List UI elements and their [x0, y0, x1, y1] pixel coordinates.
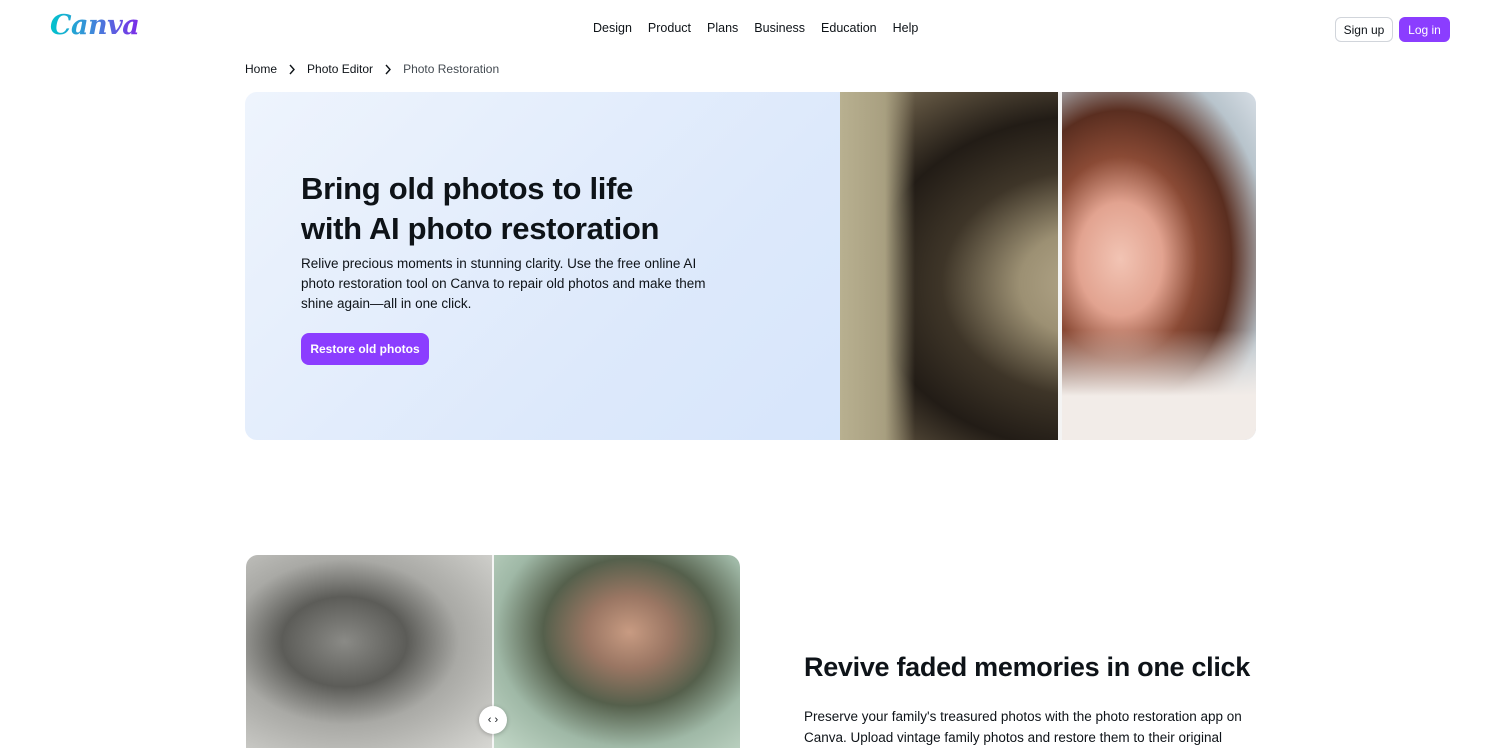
breadcrumb-photo-editor[interactable]: Photo Editor: [307, 62, 373, 76]
hero-image-before: [840, 92, 1058, 440]
hero-title-line-2: with AI photo restoration: [301, 211, 660, 246]
breadcrumb-home[interactable]: Home: [245, 62, 277, 76]
section-description: Preserve your family's treasured photos …: [804, 709, 1242, 745]
chevron-right-icon: [282, 64, 302, 75]
nav-item-plans[interactable]: Plans: [707, 21, 738, 35]
nav-item-business[interactable]: Business: [754, 21, 805, 35]
restore-old-photos-button[interactable]: Restore old photos: [301, 333, 429, 365]
nav-item-education[interactable]: Education: [821, 21, 877, 35]
hero-description: Relive precious moments in stunning clar…: [301, 256, 706, 311]
hero-before-after-image: [840, 92, 1256, 440]
comparison-image-before: [246, 555, 492, 748]
section-title: Revive faded memories in one click: [804, 652, 1250, 682]
hero-banner: Bring old photos to life with AI photo r…: [245, 92, 1256, 440]
hero-title: Bring old photos to life with AI photo r…: [301, 169, 801, 249]
chevron-right-icon: [378, 64, 398, 75]
compare-slider-handle[interactable]: ‹ ›: [479, 706, 507, 734]
nav-item-product[interactable]: Product: [648, 21, 691, 35]
hero-title-line-1: Bring old photos to life: [301, 171, 634, 206]
nav-item-design[interactable]: Design: [593, 21, 632, 35]
comparison-image-after: [494, 555, 740, 748]
hero-image-after: [1062, 92, 1256, 440]
site-header: Canva Design Product Plans Business Educ…: [0, 0, 1500, 58]
canva-logo[interactable]: Canva: [50, 10, 140, 41]
nav-item-help[interactable]: Help: [893, 21, 919, 35]
signup-button[interactable]: Sign up: [1335, 17, 1393, 42]
login-button[interactable]: Log in: [1399, 17, 1450, 42]
breadcrumb-photo-restoration: Photo Restoration: [403, 62, 500, 76]
breadcrumb: Home Photo Editor Photo Restoration: [245, 62, 499, 76]
arrows-left-right-icon: ‹ ›: [487, 714, 499, 726]
main-nav: Design Product Plans Business Education …: [593, 21, 934, 35]
